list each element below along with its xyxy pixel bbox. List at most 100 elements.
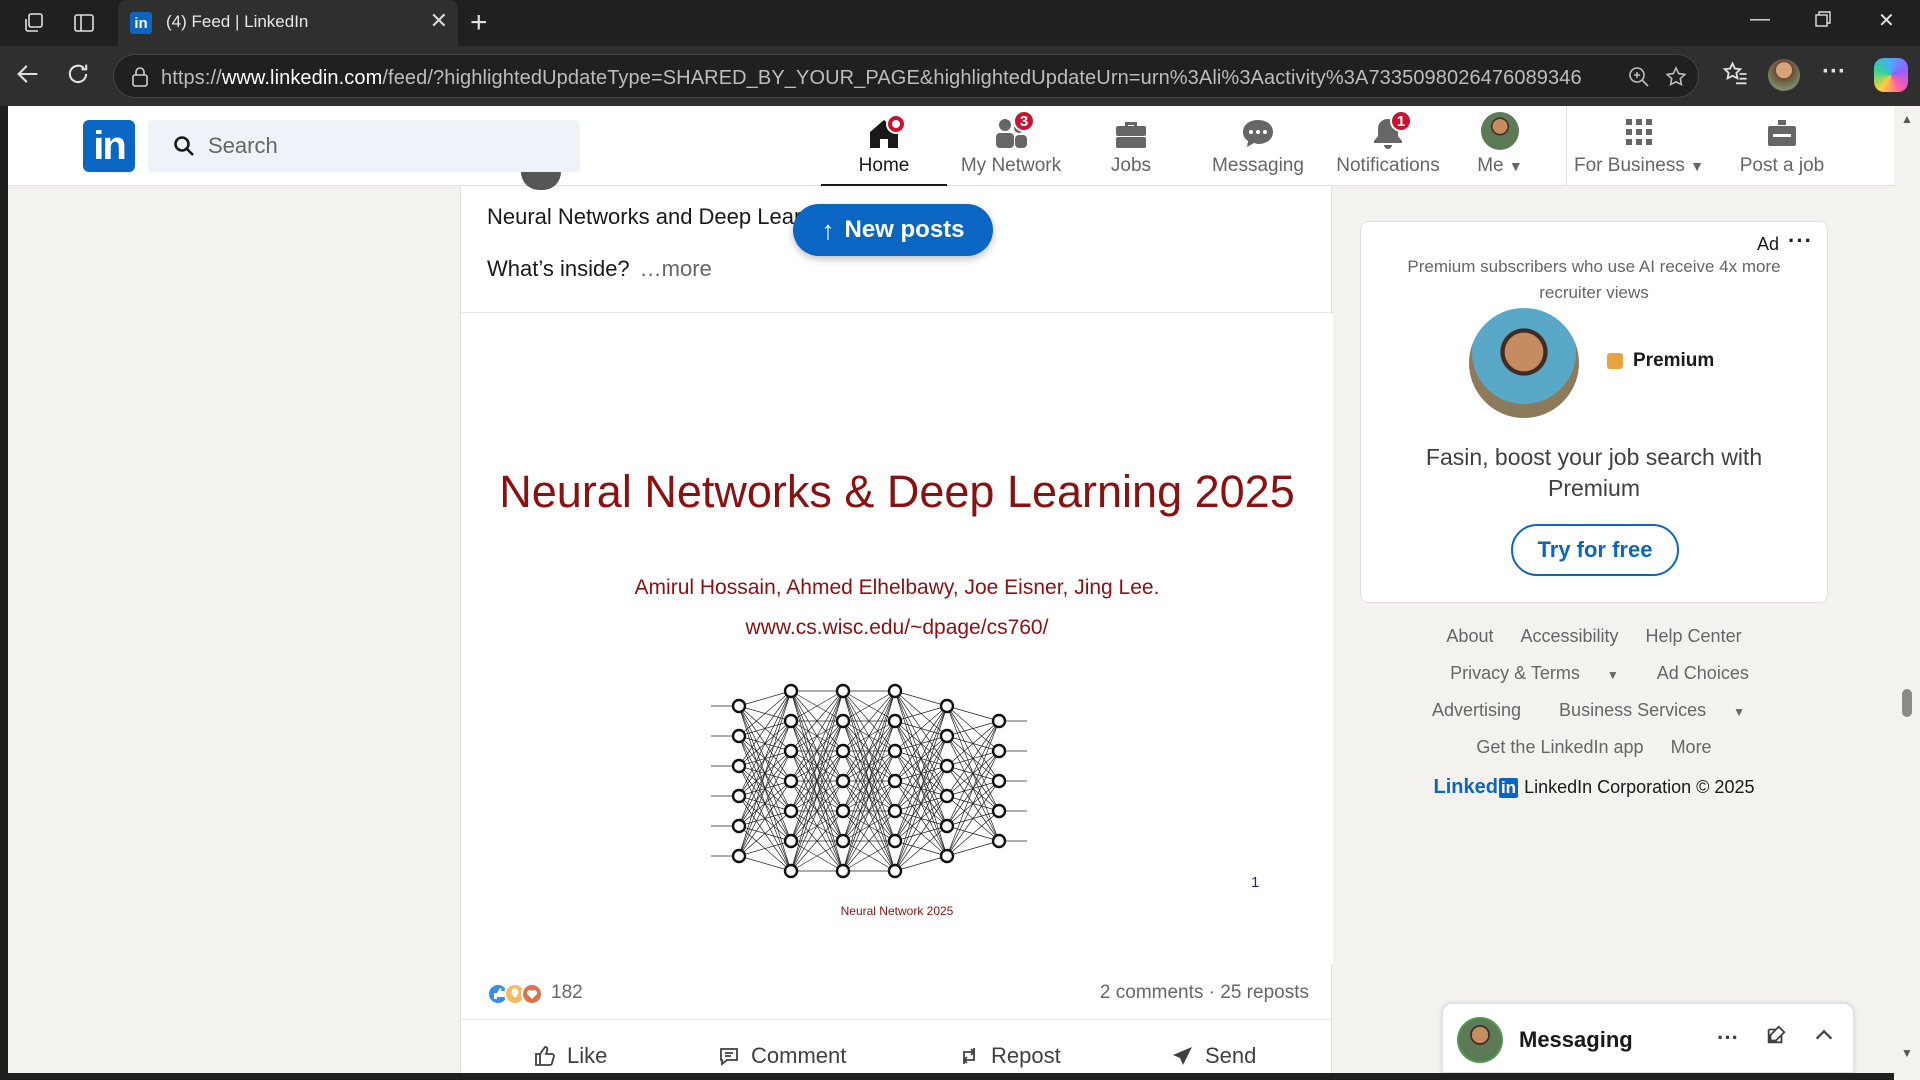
- workspaces-icon[interactable]: [20, 9, 48, 37]
- nav-notifications-label: Notifications: [1336, 155, 1440, 176]
- search-input[interactable]: [208, 132, 548, 160]
- nav-for-business[interactable]: For Business ▼: [1574, 106, 1704, 186]
- favorite-icon[interactable]: [1664, 65, 1688, 94]
- scroll-up-icon[interactable]: ▲: [1901, 112, 1913, 126]
- nav-messaging[interactable]: Messaging: [1188, 106, 1328, 186]
- footer-get-app-link[interactable]: Get the LinkedIn app: [1476, 737, 1643, 757]
- network-node: [731, 818, 747, 834]
- comments-reposts-count[interactable]: 2 comments · 25 reposts: [1100, 982, 1309, 1004]
- close-tab-icon[interactable]: ✕: [430, 10, 448, 32]
- minimize-icon[interactable]: —: [1750, 8, 1770, 31]
- ad-options-icon[interactable]: ···: [1788, 228, 1813, 254]
- footer-more-link[interactable]: More: [1671, 737, 1712, 757]
- search-bar[interactable]: [148, 120, 580, 172]
- repost-button[interactable]: Repost: [957, 1036, 1061, 1073]
- favorites-icon[interactable]: [1722, 60, 1750, 93]
- tab-actions-icon[interactable]: [70, 9, 98, 37]
- back-icon[interactable]: [14, 60, 42, 95]
- repost-label: Repost: [991, 1043, 1061, 1068]
- nav-post-job[interactable]: Post a job: [1728, 106, 1836, 186]
- network-node: [783, 833, 799, 849]
- new-posts-label: New posts: [844, 216, 965, 243]
- refresh-icon[interactable]: [64, 60, 92, 95]
- network-node: [783, 713, 799, 729]
- footer-advertising-link[interactable]: Advertising: [1432, 700, 1521, 720]
- footer-privacy-terms-link[interactable]: Privacy & Terms ▼: [1439, 663, 1630, 683]
- search-icon: [172, 134, 196, 163]
- slide-title: Neural Networks & Deep Learning 2025: [499, 466, 1295, 517]
- footer-about-link[interactable]: About: [1446, 626, 1493, 646]
- network-node: [991, 773, 1007, 789]
- briefcase-icon: [1113, 116, 1149, 150]
- feed-post-card: Neural Networks and Deep Lear What’s ins…: [460, 172, 1333, 1073]
- network-node: [783, 743, 799, 759]
- site-info-icon[interactable]: [130, 66, 150, 93]
- nav-jobs[interactable]: Jobs: [1076, 106, 1186, 186]
- restore-icon[interactable]: [1814, 10, 1832, 34]
- see-more-link[interactable]: …more: [640, 256, 712, 281]
- author-avatar-partial: [521, 172, 561, 190]
- network-node: [887, 803, 903, 819]
- messaging-overlay[interactable]: Messaging ···: [1442, 1003, 1854, 1073]
- footer-help-center-link[interactable]: Help Center: [1646, 626, 1742, 646]
- footer-ad-choices-link[interactable]: Ad Choices: [1657, 663, 1749, 683]
- caret-down-icon: ▼: [1690, 158, 1705, 174]
- network-node: [887, 833, 903, 849]
- nav-my-network[interactable]: 3 My Network: [948, 106, 1074, 186]
- nav-home[interactable]: Home: [821, 106, 947, 187]
- nav-network-label: My Network: [960, 155, 1062, 176]
- nav-me[interactable]: Me ▼: [1448, 106, 1552, 186]
- post-divider: [461, 312, 1333, 313]
- compose-icon[interactable]: [1765, 1024, 1787, 1052]
- more-icon[interactable]: ···: [1822, 58, 1846, 86]
- zoom-icon[interactable]: [1627, 65, 1651, 94]
- network-node: [731, 698, 747, 714]
- comment-button[interactable]: Comment: [717, 1036, 846, 1073]
- chevron-up-icon[interactable]: [1813, 1024, 1835, 1052]
- reactions-count[interactable]: 182: [551, 982, 583, 1004]
- network-node: [731, 728, 747, 744]
- new-tab-button[interactable]: +: [470, 6, 488, 40]
- linkedin-logo[interactable]: in: [83, 120, 135, 172]
- network-node: [887, 743, 903, 759]
- nav-notifications[interactable]: 1 Notifications: [1328, 106, 1448, 186]
- caret-down-icon: ▼: [1508, 158, 1523, 174]
- page-scrollbar[interactable]: ▲ ▼: [1894, 106, 1920, 1080]
- messaging-options-icon[interactable]: ···: [1717, 1025, 1739, 1051]
- browser-profile-avatar[interactable]: [1768, 59, 1800, 91]
- send-button[interactable]: Send: [1171, 1036, 1256, 1073]
- close-window-icon[interactable]: ✕: [1878, 8, 1895, 33]
- network-node: [887, 863, 903, 879]
- reaction-icons[interactable]: [487, 982, 543, 1005]
- reactions-row: 182 2 comments · 25 reposts: [461, 966, 1333, 1020]
- network-node: [939, 698, 955, 714]
- ad-label: Ad: [1756, 234, 1779, 254]
- nav-jobs-label: Jobs: [1110, 155, 1152, 176]
- window-bottom-edge: [0, 1073, 1894, 1080]
- network-node: [835, 863, 851, 879]
- scrollbar-thumb[interactable]: [1902, 689, 1912, 717]
- post-document-slide[interactable]: Neural Networks & Deep Learning 2025 Ami…: [461, 314, 1333, 964]
- new-posts-button[interactable]: ↑ New posts: [793, 204, 993, 256]
- arrow-up-icon: ↑: [821, 214, 835, 245]
- network-node: [939, 818, 955, 834]
- try-for-free-button[interactable]: Try for free: [1511, 524, 1679, 576]
- nav-post-job-label: Post a job: [1739, 155, 1825, 176]
- home-notification-dot: [886, 114, 906, 134]
- address-bar[interactable]: https://www.linkedin.com/feed/?highlight…: [113, 54, 1699, 98]
- copilot-icon[interactable]: [1874, 58, 1908, 92]
- browser-tab-active[interactable]: in (4) Feed | LinkedIn ✕: [118, 0, 458, 46]
- footer-business-services-link[interactable]: Business Services ▼: [1548, 700, 1756, 720]
- repost-icon: [962, 1048, 976, 1064]
- network-node: [835, 743, 851, 759]
- network-node: [835, 803, 851, 819]
- linkedin-header: in Home 3 My Network Jobs: [8, 106, 1894, 187]
- network-node: [731, 848, 747, 864]
- footer-accessibility-link[interactable]: Accessibility: [1520, 626, 1618, 646]
- send-icon: [1173, 1047, 1192, 1065]
- network-node: [939, 728, 955, 744]
- like-button[interactable]: Like: [533, 1036, 607, 1073]
- url-text: https://www.linkedin.com/feed/?highlight…: [161, 67, 1582, 89]
- scroll-down-icon[interactable]: ▼: [1901, 1046, 1913, 1060]
- nav-messaging-label: Messaging: [1212, 155, 1304, 176]
